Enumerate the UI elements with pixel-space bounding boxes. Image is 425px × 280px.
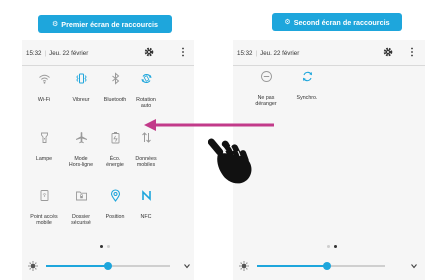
tile-label: Ne pas déranger [255,95,277,108]
tile-label: Lampe [35,156,53,162]
flashlight-icon [40,132,48,143]
page-dot-active [100,245,103,248]
tile-label: Point accès mobile [30,214,58,227]
settings-gear-icon[interactable] [144,47,154,57]
brightness-icon [239,261,249,271]
settings-gear-icon[interactable] [383,47,393,57]
brightness-icon [28,261,38,271]
wifi-icon [38,74,50,84]
swipe-left-arrow-icon [144,119,274,131]
tile-wifi[interactable]: Wi-Fi [24,72,64,103]
page-indicator [100,245,110,248]
quick-panel-first-screen: 15:32 | Jeu. 22 février Wi-Fi Vibreur Blueto… [22,40,194,280]
tile-sync[interactable]: Synchro. [287,70,327,101]
brightness-control [233,258,425,274]
first-screen-title: Premier écran de raccourcis [61,19,158,29]
chevron-down-icon[interactable] [409,261,419,271]
page-dot [107,245,110,248]
hotspot-icon [40,190,48,201]
tile-nfc[interactable]: NFC [126,189,166,220]
vibrate-icon [75,73,87,84]
second-screen-badge: ⚙ Second écran de raccourcis [272,13,402,31]
secure-folder-icon [75,191,87,201]
quick-panel-second-screen: 15:32 | Jeu. 22 février Ne pas déranger Sync… [233,40,425,280]
brightness-fill [257,265,328,267]
tile-label: Wi-Fi [37,97,51,103]
brightness-slider-thumb[interactable] [104,261,112,270]
bluetooth-icon [111,72,119,85]
brightness-slider-thumb[interactable] [323,261,332,270]
tile-do-not-disturb[interactable]: Ne pas déranger [246,70,286,108]
page-dot [327,245,330,248]
location-icon [110,189,120,202]
page-indicator [327,245,337,248]
header-divider [233,65,425,66]
page-dot-active [334,245,337,248]
date: Jeu. 22 février [49,50,89,57]
header-divider [22,65,194,66]
tile-flashlight[interactable]: Lampe [24,131,64,162]
tile-label: Rotation auto [136,97,156,110]
quick-panel-header: 15:32 | Jeu. 22 février [22,40,194,68]
brightness-fill [46,265,108,267]
tile-label: Synchro. [296,95,318,101]
tile-rotation[interactable]: Rotation auto [126,72,166,110]
clock: 15:32 [237,50,253,57]
quick-panel-header: 15:32 | Jeu. 22 février [233,40,425,68]
rotation-icon [141,73,151,84]
tile-label: Données mobiles [135,156,157,169]
more-options-icon[interactable] [180,47,186,57]
nfc-icon [141,190,151,201]
date: Jeu. 22 février [260,50,300,57]
brightness-control [22,258,194,274]
power-saving-icon [111,132,119,144]
first-screen-badge: ⚙ Premier écran de raccourcis [38,15,172,33]
tile-label: NFC [140,214,152,220]
second-screen-title: Second écran de raccourcis [293,17,390,27]
sync-icon [302,71,312,82]
more-options-icon[interactable] [409,47,415,57]
tile-hotspot[interactable]: Point accès mobile [24,189,64,227]
do-not-disturb-icon [260,71,272,82]
tile-mobile-data[interactable]: Données mobiles [126,131,166,169]
chevron-down-icon[interactable] [182,261,192,271]
swipe-hand-icon [208,138,252,184]
gear-icon: ⚙ [52,21,59,28]
gear-icon: ⚙ [284,19,291,26]
clock: 15:32 [26,50,42,57]
airplane-icon [75,132,87,144]
